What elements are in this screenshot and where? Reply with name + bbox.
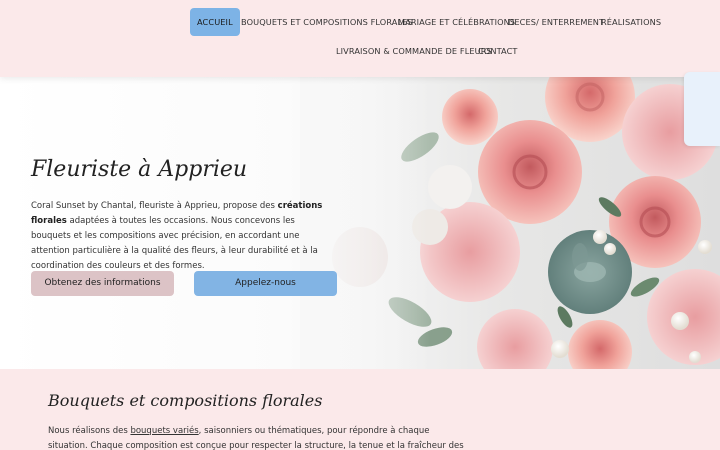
nav-item-mariage[interactable]: MARIAGE ET CÉLÉBRATIONS: [398, 8, 515, 36]
side-widget-tab[interactable]: [684, 72, 720, 146]
site-header: ACCUEIL BOUQUETS ET COMPOSITIONS FLORALE…: [0, 0, 720, 77]
hero-title: Fleuriste à Apprieu: [31, 157, 248, 182]
nav-item-bouquets[interactable]: BOUQUETS ET COMPOSITIONS FLORALES: [241, 8, 413, 36]
hero-description: Coral Sunset by Chantal, fleuriste à App…: [31, 201, 323, 271]
nav-item-contact[interactable]: CONTACT: [478, 37, 518, 65]
nav-item-realisations[interactable]: RÉALISATIONS: [601, 8, 661, 36]
bouquets-varies-link[interactable]: bouquets variés: [130, 426, 198, 436]
nav-item-livraison[interactable]: LIVRAISON & COMMANDE DE FLEURS: [336, 37, 492, 65]
section-description: Nous réalisons des bouquets variés, sais…: [48, 426, 464, 450]
get-information-button[interactable]: Obtenez des informations: [31, 271, 174, 296]
nav-item-accueil[interactable]: ACCUEIL: [190, 8, 240, 36]
bouquets-section: Bouquets et compositions florales Nous r…: [0, 369, 720, 450]
call-us-button[interactable]: Appelez-nous: [194, 271, 337, 296]
section-title: Bouquets et compositions florales: [48, 391, 323, 410]
nav-item-deces[interactable]: DECES/ ENTERREMENT: [508, 8, 604, 36]
